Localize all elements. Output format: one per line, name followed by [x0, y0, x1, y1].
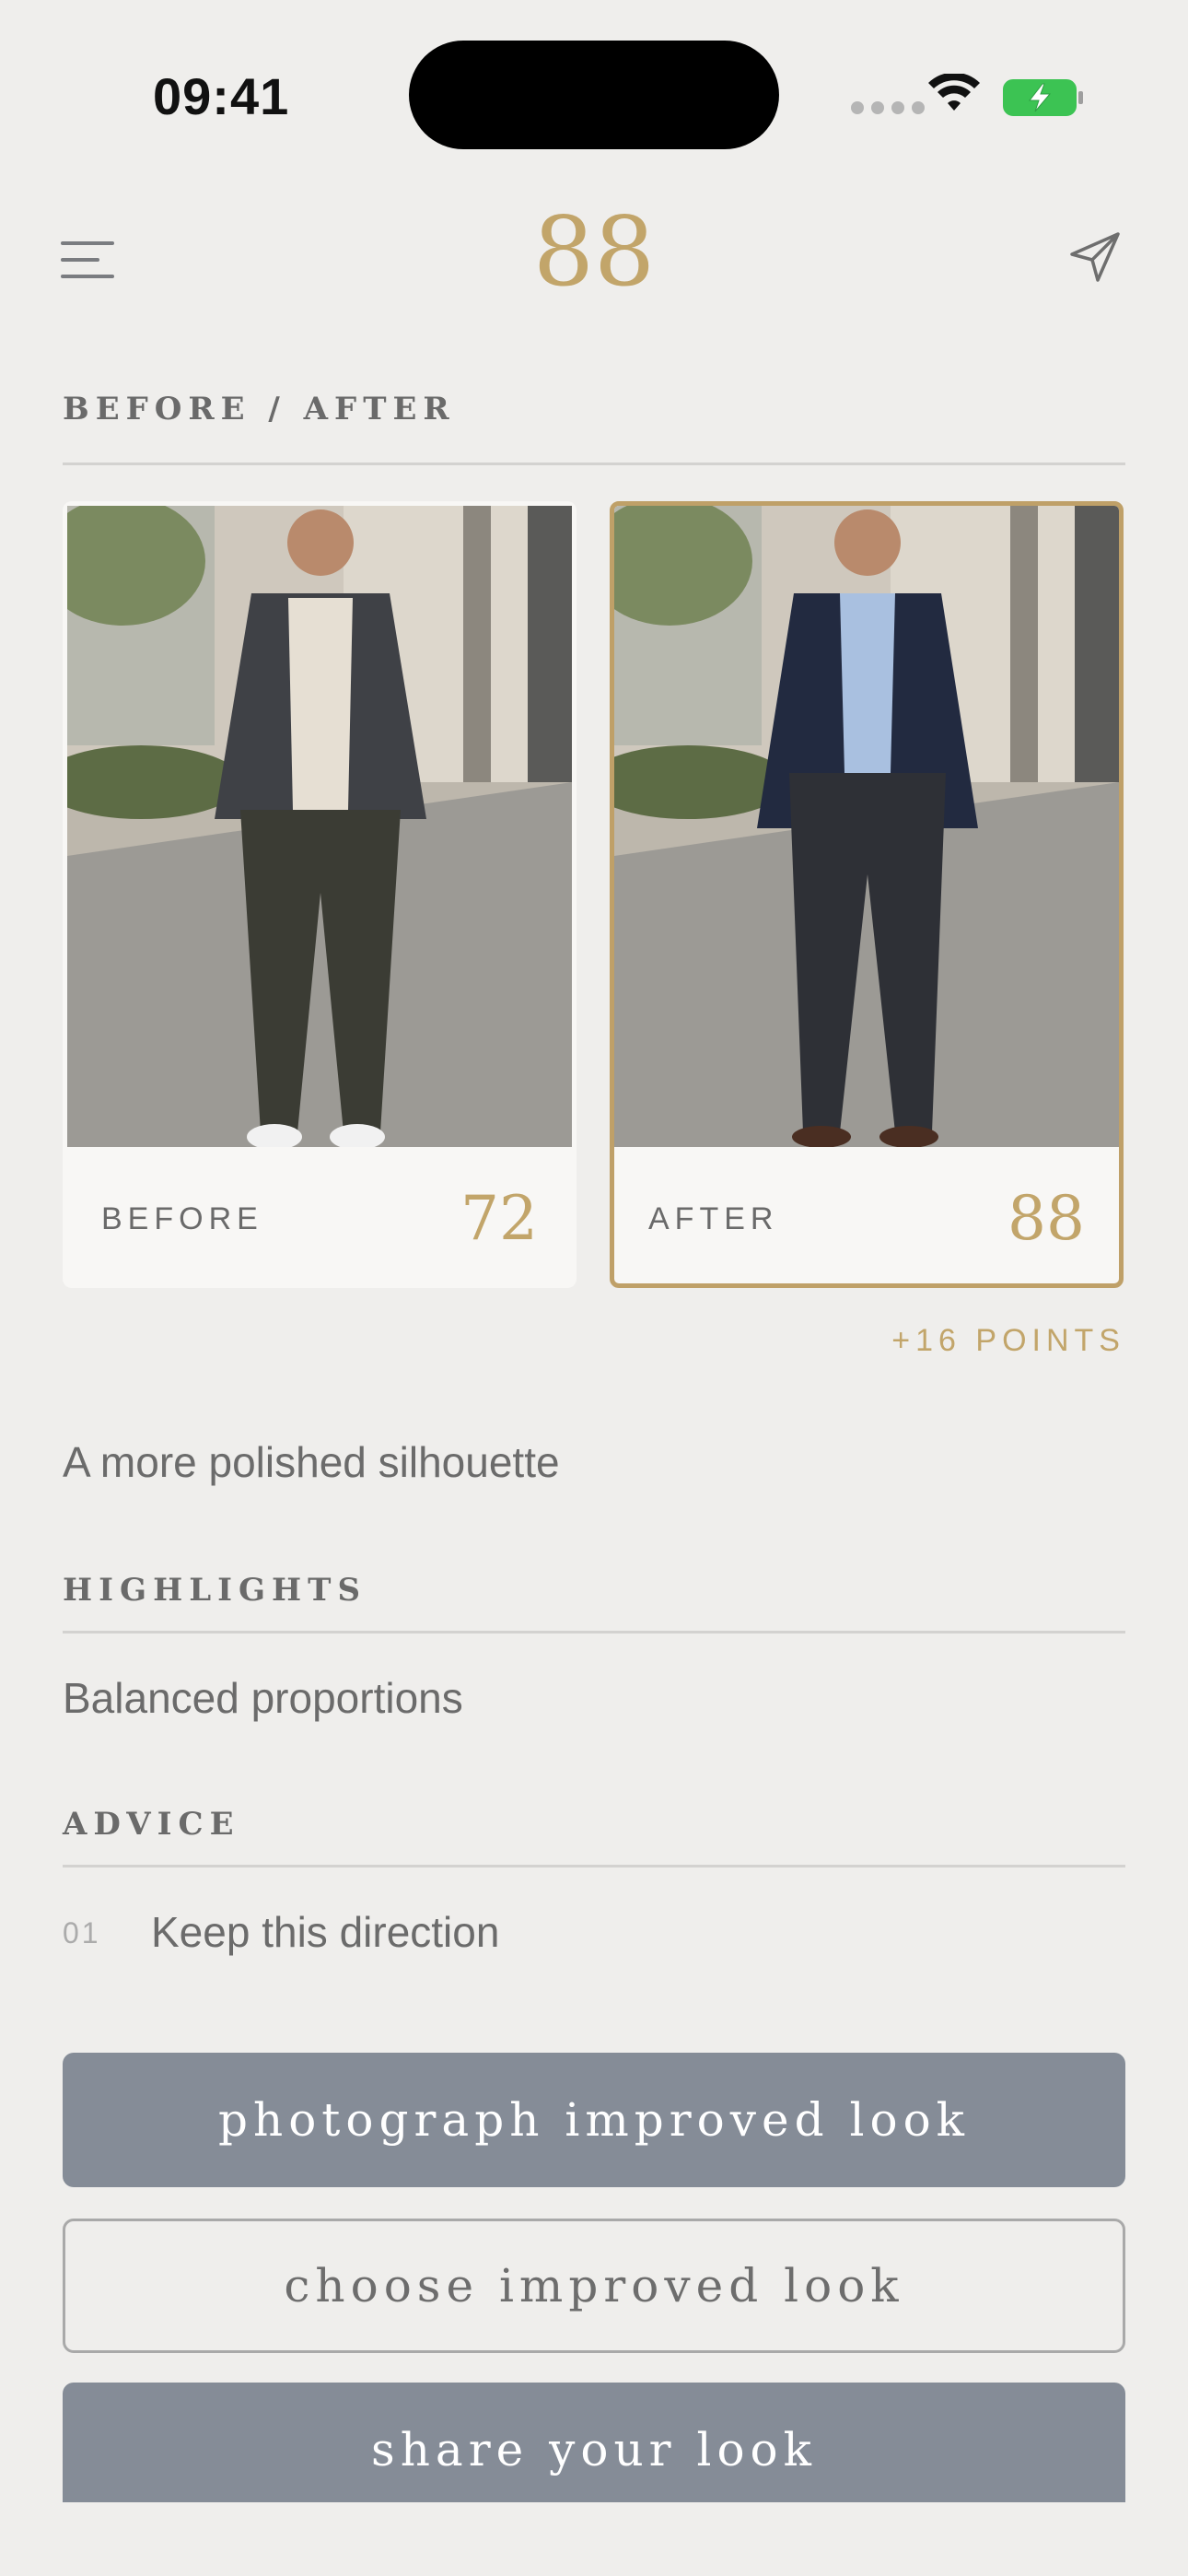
- share-your-look-button[interactable]: share your look: [63, 2383, 1125, 2502]
- headline: A more polished silhouette: [63, 1438, 560, 1486]
- advice-item: Keep this direction: [151, 1908, 500, 1956]
- before-score: 72: [460, 1183, 538, 1254]
- scroll-clip: share your look: [0, 2383, 1188, 2502]
- dynamic-island: [409, 41, 779, 149]
- after-card[interactable]: AFTER 88: [610, 501, 1124, 1288]
- choose-improved-look-button[interactable]: choose improved look: [63, 2219, 1125, 2353]
- before-label: BEFORE: [101, 1201, 263, 1236]
- score-delta: +16 POINTS: [891, 1323, 1125, 1358]
- highlights-title: HIGHLIGHTS: [63, 1572, 367, 1609]
- before-card[interactable]: BEFORE 72: [63, 501, 577, 1288]
- divider: [63, 1631, 1125, 1633]
- wifi-icon: [928, 74, 980, 111]
- divider: [63, 463, 1125, 465]
- send-icon[interactable]: [1068, 230, 1124, 286]
- battery-charging-icon: [1003, 79, 1083, 116]
- advice-number: 01: [63, 1916, 101, 1950]
- cellular-signal-icon: [851, 101, 925, 114]
- after-score: 88: [1007, 1183, 1085, 1254]
- divider: [63, 1865, 1125, 1868]
- highlight-item: Balanced proportions: [63, 1674, 463, 1722]
- after-label: AFTER: [648, 1201, 779, 1236]
- before-photo: [67, 506, 572, 1147]
- advice-title: ADVICE: [63, 1806, 240, 1843]
- after-photo: [614, 506, 1119, 1147]
- header-score: 88: [532, 195, 656, 308]
- photograph-improved-look-button[interactable]: photograph improved look: [63, 2053, 1125, 2187]
- before-after-title: BEFORE / AFTER: [63, 391, 456, 427]
- status-time: 09:41: [153, 67, 290, 125]
